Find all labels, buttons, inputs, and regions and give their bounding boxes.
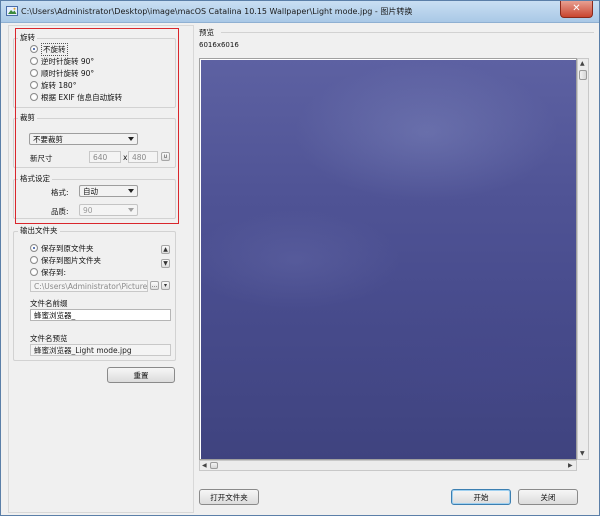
lock-ratio-button[interactable]: ∪ <box>161 152 170 161</box>
size-separator: x <box>123 153 128 162</box>
rotate-ccw-label: 逆时针旋转 90° <box>41 56 95 66</box>
rotate-none-option[interactable]: 不旋转 <box>30 42 68 56</box>
rotate-none-label: 不旋转 <box>41 42 68 56</box>
chevron-down-icon <box>128 137 134 141</box>
rotate-180-option[interactable]: 旋转 180° <box>30 80 76 90</box>
vertical-scrollbar[interactable]: ▲ ▼ <box>577 58 589 460</box>
crop-mode-select[interactable]: 不要裁剪 <box>29 133 138 145</box>
rotate-exif-label: 根据 EXIF 信息自动旋转 <box>41 92 123 102</box>
reset-button[interactable]: 重置 <box>107 367 175 383</box>
new-size-label: 新尺寸 <box>30 154 53 163</box>
filename-preview-field: 蜂蜜浏览器_Light mode.jpg <box>30 344 171 356</box>
horizontal-scroll-thumb[interactable] <box>210 462 218 469</box>
app-icon <box>6 6 18 16</box>
filename-prefix-label: 文件名前缀 <box>30 299 68 308</box>
output-path-input[interactable]: C:\Users\Administrator\Pictures\蜂蜜 <box>30 280 148 292</box>
scroll-left-arrow-icon[interactable]: ◀ <box>202 462 207 470</box>
format-label: 格式: <box>51 188 69 197</box>
rotate-cw-option[interactable]: 顺时针旋转 90° <box>30 68 94 78</box>
save-original-radio[interactable] <box>30 244 38 252</box>
rotate-ccw-option[interactable]: 逆时针旋转 90° <box>30 56 94 66</box>
preview-divider <box>221 32 594 33</box>
start-button[interactable]: 开始 <box>451 489 511 505</box>
scroll-up-arrow-icon[interactable]: ▲ <box>580 60 585 68</box>
close-window-button[interactable]: ✕ <box>560 1 593 18</box>
quality-label: 品质: <box>51 207 69 216</box>
rotate-cw-label: 顺时针旋转 90° <box>41 68 95 78</box>
crop-width-input[interactable]: 640 <box>89 151 121 163</box>
open-path-button[interactable]: ▾ <box>161 281 170 290</box>
save-original-folder-option[interactable]: 保存到原文件夹 <box>30 243 94 253</box>
save-to-option[interactable]: 保存到: <box>30 267 66 277</box>
save-pictures-radio[interactable] <box>30 256 38 264</box>
rotate-180-label: 旋转 180° <box>41 80 77 90</box>
image-convert-window: C:\Users\Administrator\Desktop\image\mac… <box>0 0 600 516</box>
crop-legend: 裁剪 <box>18 113 37 123</box>
rotate-none-radio[interactable] <box>30 45 38 53</box>
horizontal-scrollbar[interactable]: ◀ ▶ <box>199 460 577 471</box>
filename-preview-label: 文件名预览 <box>30 334 68 343</box>
rotate-exif-option[interactable]: 根据 EXIF 信息自动旋转 <box>30 92 122 102</box>
format-value: 自动 <box>83 186 98 196</box>
preview-image <box>201 60 576 459</box>
output-legend: 输出文件夹 <box>18 226 60 236</box>
browse-button[interactable]: ... <box>150 281 159 290</box>
preview-image-frame[interactable] <box>199 58 577 460</box>
crop-height-input[interactable]: 480 <box>128 151 158 163</box>
scroll-up-button[interactable]: ▲ <box>161 245 170 254</box>
preview-label: 预览 <box>199 28 214 37</box>
save-original-label: 保存到原文件夹 <box>41 243 94 253</box>
close-button[interactable]: 关闭 <box>518 489 578 505</box>
vertical-scroll-thumb[interactable] <box>579 70 587 80</box>
title-bar: C:\Users\Administrator\Desktop\image\mac… <box>1 1 599 23</box>
rotate-ccw-radio[interactable] <box>30 57 38 65</box>
rotate-exif-radio[interactable] <box>30 93 38 101</box>
preview-area: 预览 6016x6016 ▲ ▼ ◀ ▶ <box>199 25 594 472</box>
save-to-label: 保存到: <box>41 267 67 277</box>
rotation-legend: 旋转 <box>18 33 37 43</box>
settings-panel: 旋转 不旋转 逆时针旋转 90° 顺时针旋转 90° 旋转 180° 根据 EX… <box>8 25 194 513</box>
crop-mode-value: 不要裁剪 <box>33 134 63 144</box>
rotate-cw-radio[interactable] <box>30 69 38 77</box>
scroll-right-arrow-icon[interactable]: ▶ <box>568 462 573 470</box>
quality-select[interactable]: 90 <box>79 204 138 216</box>
save-to-radio[interactable] <box>30 268 38 276</box>
save-pictures-label: 保存到图片文件夹 <box>41 255 101 265</box>
save-pictures-folder-option[interactable]: 保存到图片文件夹 <box>30 255 101 265</box>
rotate-180-radio[interactable] <box>30 81 38 89</box>
chevron-down-icon <box>128 208 134 212</box>
format-legend: 格式设定 <box>18 174 52 184</box>
chevron-down-icon <box>128 189 134 193</box>
window-title: C:\Users\Administrator\Desktop\image\mac… <box>21 7 413 16</box>
scroll-down-button[interactable]: ▼ <box>161 259 170 268</box>
scroll-down-arrow-icon[interactable]: ▼ <box>580 450 585 458</box>
quality-value: 90 <box>83 205 93 215</box>
format-select[interactable]: 自动 <box>79 185 138 197</box>
image-dimensions: 6016x6016 <box>199 41 239 49</box>
open-folder-button[interactable]: 打开文件夹 <box>199 489 259 505</box>
filename-prefix-input[interactable]: 蜂蜜浏览器_ <box>30 309 171 321</box>
